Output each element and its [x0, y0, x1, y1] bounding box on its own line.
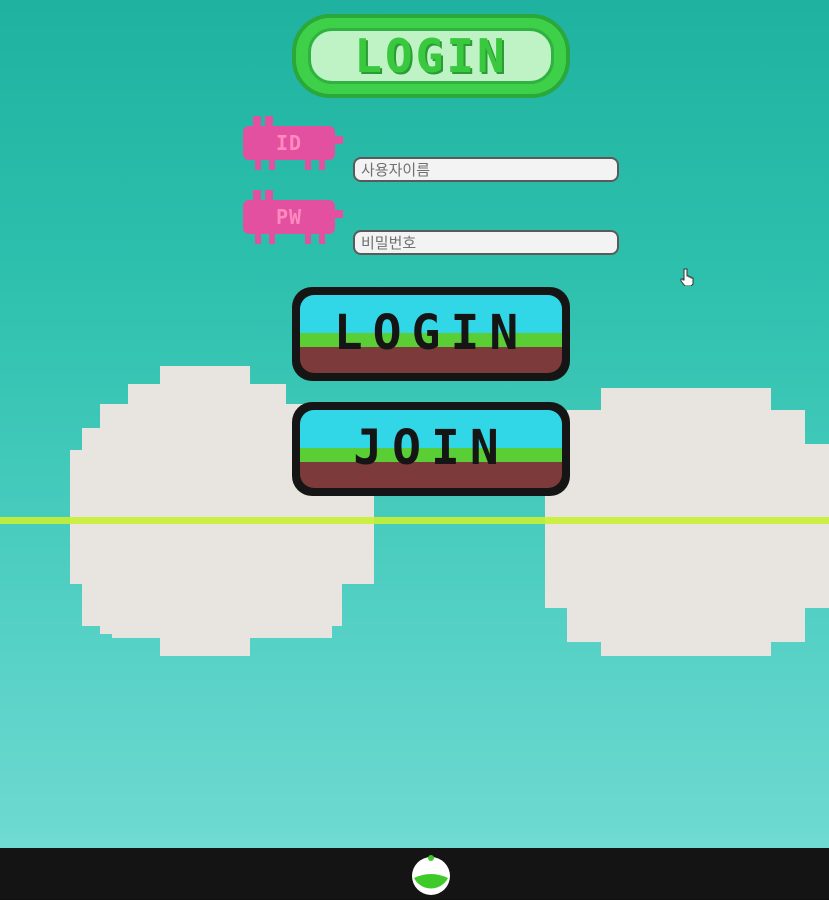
game-screen: LOGIN ID PW LOGIN [0, 0, 829, 848]
tag-leg [269, 234, 275, 244]
join-button-label: JOIN [353, 420, 509, 476]
tag-leg [305, 160, 311, 170]
tag-leg [269, 160, 275, 170]
page-title: LOGIN [354, 29, 508, 83]
password-input[interactable] [353, 230, 619, 255]
join-button[interactable]: JOIN [292, 402, 570, 496]
username-input[interactable] [353, 157, 619, 182]
id-label-tag: ID [243, 116, 347, 174]
id-label: ID [275, 131, 303, 155]
green-app-icon[interactable] [408, 850, 454, 896]
tag-leg [255, 234, 261, 244]
tag-tail [335, 210, 343, 218]
pw-label-tag: PW [243, 190, 347, 248]
tag-tail [335, 136, 343, 144]
tag-leg [255, 160, 261, 170]
tag-leg [319, 160, 325, 170]
login-button[interactable]: LOGIN [292, 287, 570, 381]
tag-leg [319, 234, 325, 244]
tag-leg [305, 234, 311, 244]
horizon-line [0, 517, 829, 524]
hand-pointer-icon [680, 268, 694, 287]
pw-label: PW [275, 205, 303, 229]
title-badge: LOGIN [296, 18, 566, 94]
login-button-label: LOGIN [333, 305, 529, 361]
